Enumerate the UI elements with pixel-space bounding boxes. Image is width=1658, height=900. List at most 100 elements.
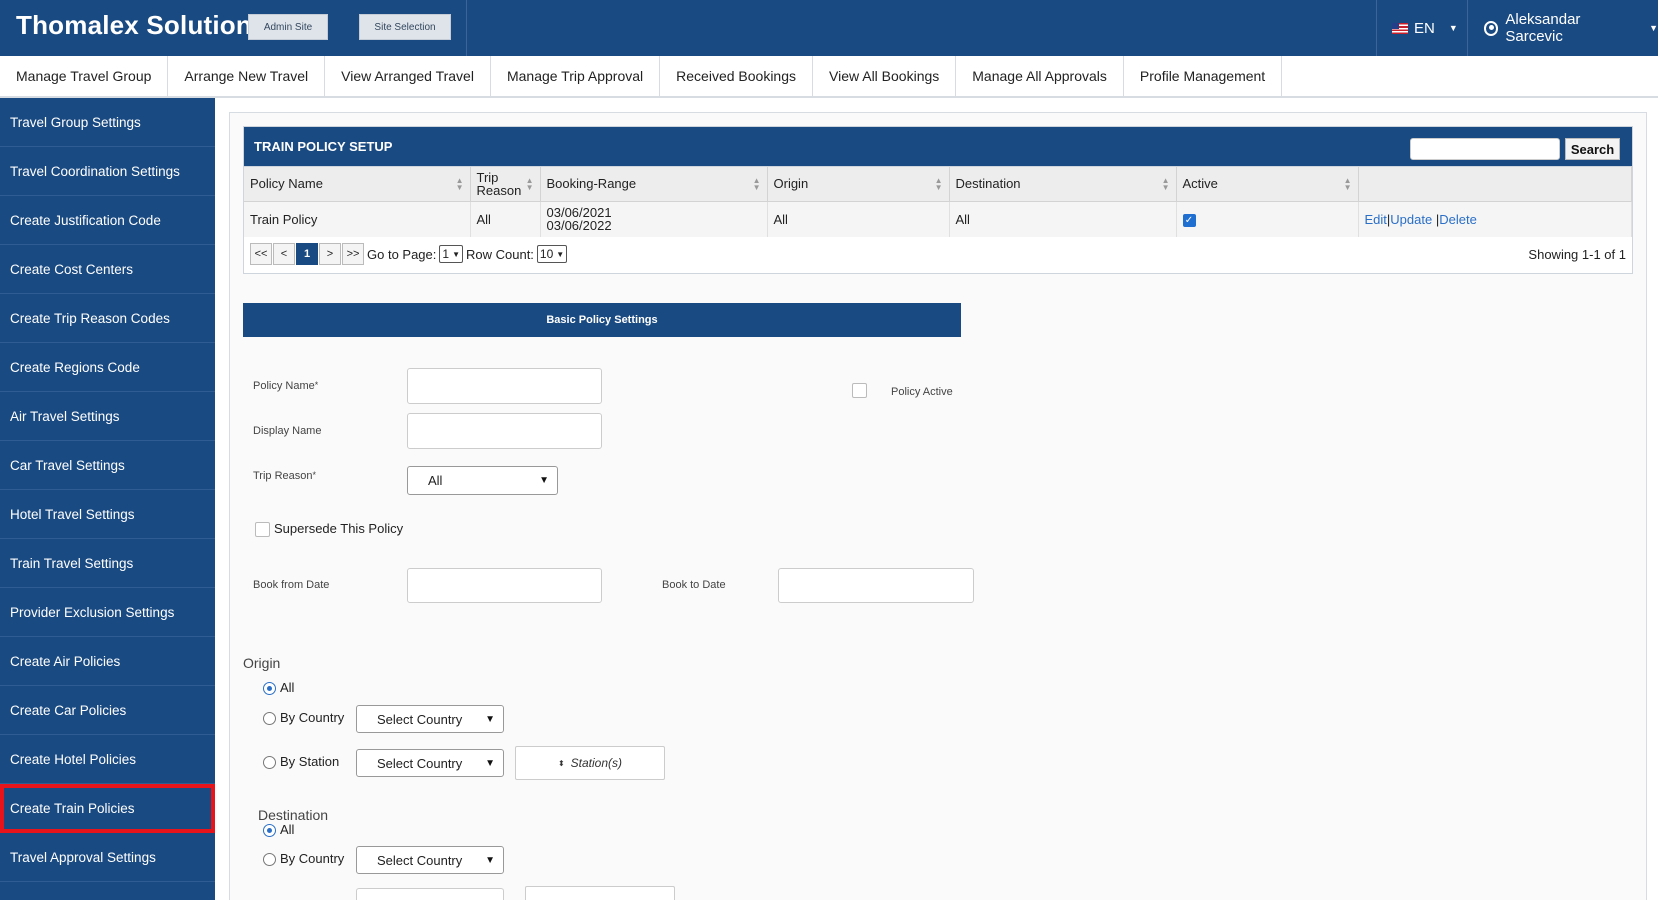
sidebar: Travel Group Settings Travel Coordinatio… — [0, 98, 215, 900]
cell-actions: Edit|Update |Delete — [1358, 201, 1632, 237]
sidebar-item-create-hotel-policies[interactable]: Create Hotel Policies — [0, 735, 215, 784]
sidebar-item-train-travel-settings[interactable]: Train Travel Settings — [0, 539, 215, 588]
column-header-policy-name[interactable]: Policy Name ▲ ▼ — [244, 167, 471, 202]
sidebar-item-create-train-policies[interactable]: Create Train Policies — [0, 784, 215, 833]
site-selection-button[interactable]: Site Selection — [359, 14, 451, 40]
destination-all-radio[interactable] — [263, 824, 276, 837]
column-header-actions — [1358, 167, 1632, 202]
column-header-destination[interactable]: Destination ▲ ▼ — [949, 167, 1177, 202]
header-divider — [1376, 0, 1377, 56]
header-divider — [466, 0, 467, 56]
main-navigation: Manage Travel Group Arrange New Travel V… — [0, 56, 1658, 98]
trip-reason-label: Trip Reason* — [253, 470, 317, 482]
destination-country-select[interactable]: Select Country ▼ — [356, 846, 504, 874]
policy-grid: Policy Name ▲ ▼ Trip Reason ▲ ▼ Booking-Range… — [244, 167, 1632, 237]
column-header-origin[interactable]: Origin ▲ ▼ — [767, 167, 950, 202]
next-page-button[interactable]: > — [319, 243, 341, 265]
destination-station-picker[interactable] — [525, 886, 675, 900]
sidebar-item-create-air-policies[interactable]: Create Air Policies — [0, 637, 215, 686]
nav-manage-all-approvals[interactable]: Manage All Approvals — [956, 56, 1124, 96]
nav-profile-management[interactable]: Profile Management — [1124, 56, 1283, 96]
origin-heading: Origin — [243, 655, 281, 671]
policy-name-input[interactable] — [407, 368, 602, 404]
sort-icon: ▲ ▼ — [525, 176, 534, 192]
book-from-date-input[interactable] — [407, 568, 602, 603]
user-name: Aleksandar Sarcevic — [1505, 11, 1581, 45]
chevron-down-icon: ▼ — [485, 757, 495, 769]
sidebar-item-create-regions-code[interactable]: Create Regions Code — [0, 343, 215, 392]
cell-policy-name: Train Policy — [244, 201, 471, 237]
sidebar-item-create-cost-centers[interactable]: Create Cost Centers — [0, 245, 215, 294]
sidebar-item-hotel-travel-settings[interactable]: Hotel Travel Settings — [0, 490, 215, 539]
display-name-input[interactable] — [407, 413, 602, 449]
user-menu[interactable]: Aleksandar Sarcevic ▼ — [1484, 0, 1658, 56]
nav-arrange-new-travel[interactable]: Arrange New Travel — [168, 56, 326, 96]
nav-manage-trip-approval[interactable]: Manage Trip Approval — [491, 56, 661, 96]
language-selector[interactable]: EN ▼ — [1392, 0, 1458, 56]
chevron-down-icon: ▼ — [556, 249, 565, 259]
sidebar-item-create-car-policies[interactable]: Create Car Policies — [0, 686, 215, 735]
caret-down-icon: ▼ — [1649, 23, 1658, 33]
sidebar-item-travel-coordination-settings[interactable]: Travel Coordination Settings — [0, 147, 215, 196]
origin-station-picker[interactable]: ⬍ Station(s) — [515, 746, 665, 780]
display-name-label: Display Name — [253, 425, 322, 437]
sidebar-item-air-travel-settings[interactable]: Air Travel Settings — [0, 392, 215, 441]
current-page-button[interactable]: 1 — [296, 243, 318, 265]
sidebar-item-travel-group-settings[interactable]: Travel Group Settings — [0, 98, 215, 147]
destination-by-country-label: By Country — [280, 851, 345, 866]
pagination: << < 1 > >> Go to Page: 1 ▼ Row Count: 10… — [244, 237, 1632, 271]
last-page-button[interactable]: >> — [342, 243, 364, 265]
book-to-date-input[interactable] — [778, 568, 974, 603]
column-header-trip-reason[interactable]: Trip Reason ▲ ▼ — [470, 167, 541, 202]
column-header-active[interactable]: Active ▲ ▼ — [1176, 167, 1359, 202]
admin-site-button[interactable]: Admin Site — [248, 14, 328, 40]
train-policy-table: TRAIN POLICY SETUP Search Policy Name ▲ ▼ … — [243, 126, 1633, 274]
sort-icon: ▲ ▼ — [1343, 176, 1352, 192]
origin-by-station-label: By Station — [280, 754, 340, 769]
active-checkbox[interactable]: ✓ — [1182, 213, 1196, 227]
policy-active-checkbox[interactable] — [852, 383, 867, 398]
destination-heading: Destination — [258, 807, 329, 823]
supersede-checkbox[interactable] — [255, 522, 270, 537]
brand-logo[interactable]: Thomalex Solution — [16, 10, 252, 41]
table-title: TRAIN POLICY SETUP — [254, 139, 393, 154]
first-page-button[interactable]: << — [250, 243, 272, 265]
nav-view-arranged-travel[interactable]: View Arranged Travel — [325, 56, 491, 96]
nav-manage-travel-group[interactable]: Manage Travel Group — [0, 56, 169, 96]
column-header-booking-range[interactable]: Booking-Range ▲ ▼ — [540, 167, 768, 202]
supersede-label: Supersede This Policy — [274, 521, 404, 536]
sort-icon: ▲ ▼ — [1161, 176, 1170, 192]
chevron-down-icon: ▼ — [452, 249, 460, 259]
origin-all-radio[interactable] — [263, 682, 276, 695]
origin-by-country-radio[interactable] — [263, 712, 276, 725]
sidebar-item-car-travel-settings[interactable]: Car Travel Settings — [0, 441, 215, 490]
prev-page-button[interactable]: < — [273, 243, 295, 265]
goto-page-select[interactable]: 1 ▼ — [439, 245, 463, 263]
us-flag-icon — [1392, 22, 1408, 34]
origin-by-station-radio[interactable] — [263, 756, 276, 769]
search-button[interactable]: Search — [1565, 138, 1620, 160]
update-link[interactable]: Update — [1390, 212, 1432, 227]
trip-reason-select[interactable]: All ▼ — [407, 466, 558, 495]
origin-all-label: All — [280, 680, 295, 695]
search-input[interactable] — [1410, 138, 1560, 160]
row-count-select[interactable]: 10 ▼ — [536, 245, 568, 263]
table-row: Train Policy All 03/06/2021 03/06/2022 Al… — [244, 201, 1632, 237]
destination-station-country-select[interactable] — [356, 888, 504, 900]
sidebar-item-travel-approval-settings[interactable]: Travel Approval Settings — [0, 833, 215, 882]
delete-link[interactable]: Delete — [1439, 212, 1477, 227]
sidebar-item-provider-exclusion-settings[interactable]: Provider Exclusion Settings — [0, 588, 215, 637]
sidebar-item-create-justification-code[interactable]: Create Justification Code — [0, 196, 215, 245]
cell-booking-range: 03/06/2021 03/06/2022 — [540, 201, 768, 237]
edit-link[interactable]: Edit — [1365, 212, 1387, 227]
book-from-date-label: Book from Date — [253, 579, 330, 591]
caret-down-icon: ▼ — [1448, 23, 1458, 33]
chevron-down-icon: ▼ — [485, 713, 495, 725]
destination-by-country-radio[interactable] — [263, 853, 276, 866]
nav-view-all-bookings[interactable]: View All Bookings — [813, 56, 957, 96]
nav-received-bookings[interactable]: Received Bookings — [660, 56, 814, 96]
cell-destination: All — [949, 201, 1177, 237]
origin-station-country-select[interactable]: Select Country ▼ — [356, 749, 504, 777]
origin-country-select[interactable]: Select Country ▼ — [356, 705, 504, 733]
sidebar-item-create-trip-reason-codes[interactable]: Create Trip Reason Codes — [0, 294, 215, 343]
